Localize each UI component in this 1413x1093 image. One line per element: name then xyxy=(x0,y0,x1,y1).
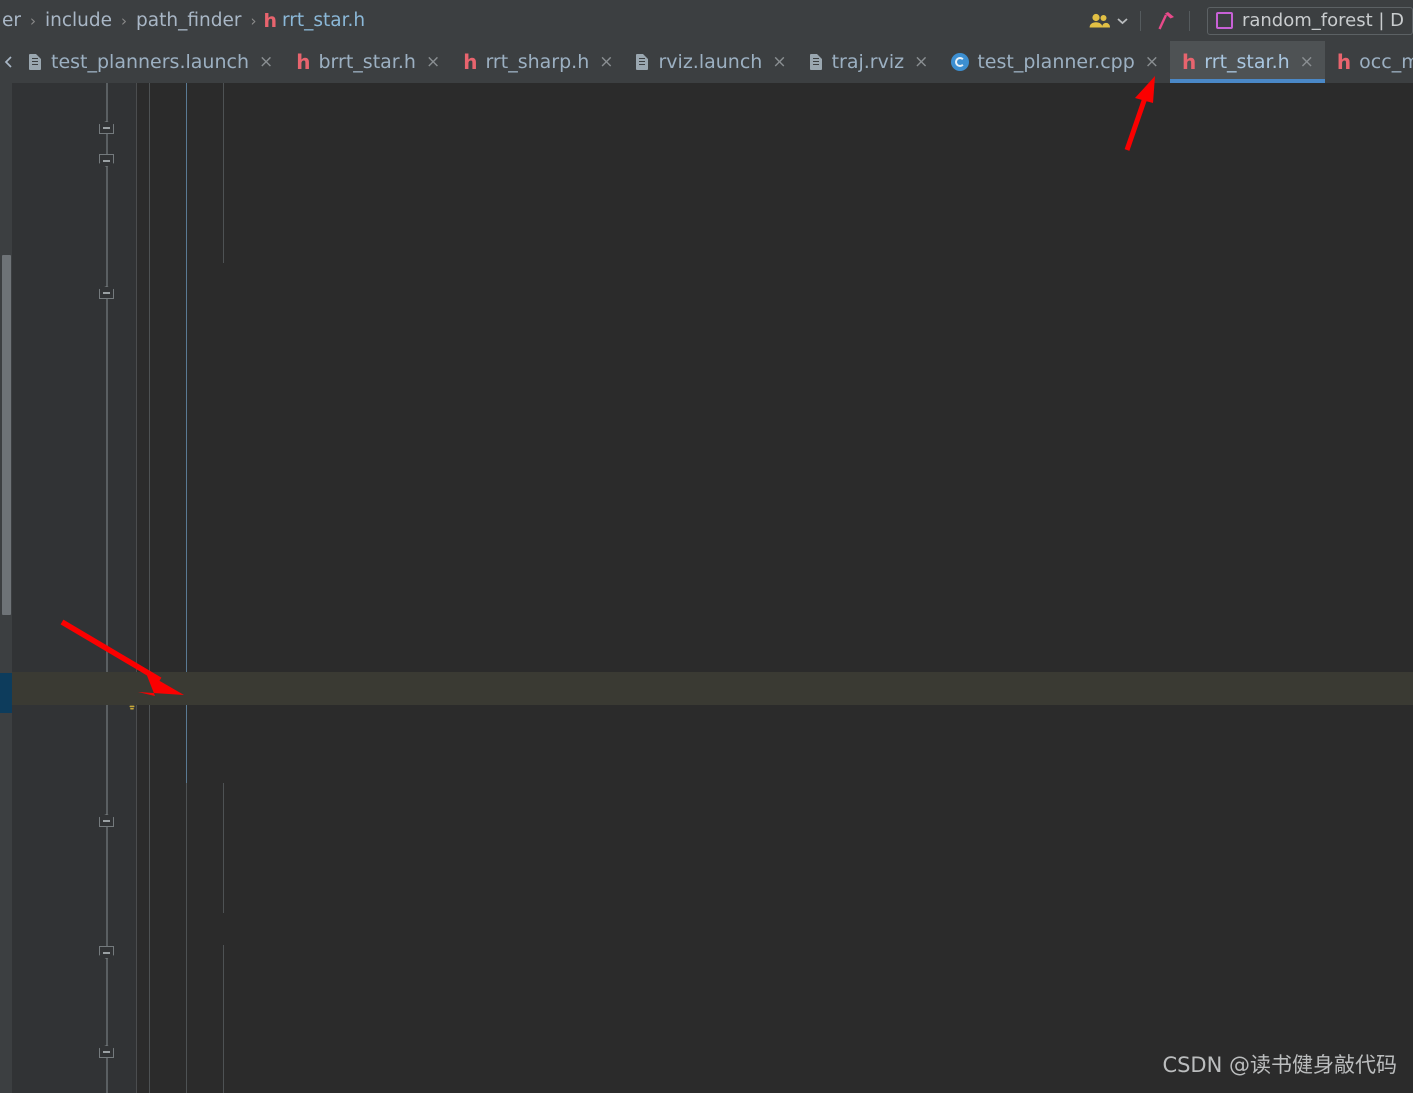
editor-vertical-scrollbar[interactable] xyxy=(0,83,12,1093)
close-icon[interactable]: × xyxy=(1300,53,1314,71)
tab-brrt_star-h[interactable]: h brrt_star.h × xyxy=(284,41,451,83)
ide-top-bar: er › include › path_finder › h rrt_star.… xyxy=(0,0,1413,41)
code-fold-rail xyxy=(106,913,108,1093)
code-fold-marker[interactable] xyxy=(99,946,115,960)
code-fold-rail xyxy=(106,83,108,213)
tab-test_planner-cpp[interactable]: test_planner.cpp × xyxy=(939,41,1170,83)
indent-guide xyxy=(186,783,187,1093)
line-number-gutter[interactable] xyxy=(12,83,137,1093)
tab-label: occ_map.h xyxy=(1359,51,1413,73)
current-line-highlight xyxy=(12,672,1413,705)
tab-occ_map-h[interactable]: h occ_map.h × xyxy=(1325,41,1413,83)
tab-test_planners-launch[interactable]: test_planners.launch × xyxy=(17,41,284,83)
h-header-file-icon: h xyxy=(296,50,311,74)
xml-file-icon xyxy=(29,53,43,71)
code-fold-marker[interactable] xyxy=(99,1045,115,1059)
h-header-file-icon: h xyxy=(463,50,478,74)
breadcrumb-separator: › xyxy=(30,11,36,30)
code-fold-rail xyxy=(106,328,108,783)
breadcrumb[interactable]: er › include › path_finder › h rrt_star.… xyxy=(0,0,365,41)
tab-rrt_sharp-h[interactable]: h rrt_sharp.h × xyxy=(451,41,624,83)
run-configuration-label: random_forest | D xyxy=(1241,10,1404,31)
tab-traj-rviz[interactable]: traj.rviz × xyxy=(798,41,940,83)
hammer-icon[interactable] xyxy=(1150,0,1180,41)
close-icon[interactable]: × xyxy=(914,53,928,71)
close-icon[interactable]: × xyxy=(772,53,786,71)
xml-file-icon xyxy=(636,53,650,71)
watermark: CSDN @读书健身敲代码 xyxy=(1162,1053,1397,1077)
scrollbar-marker xyxy=(0,673,12,713)
code-content[interactable] xyxy=(137,83,1413,1093)
indent-guide xyxy=(149,83,150,1093)
indent-guide xyxy=(223,945,224,1093)
tab-label: brrt_star.h xyxy=(318,51,416,73)
h-header-file-icon: h xyxy=(1182,50,1197,74)
code-editor[interactable] xyxy=(0,83,1413,1093)
breadcrumb-separator: › xyxy=(121,11,128,30)
tab-label: traj.rviz xyxy=(831,51,905,73)
people-icon[interactable] xyxy=(1085,0,1115,41)
code-fold-marker[interactable] xyxy=(99,814,115,828)
tab-scroll-left-icon[interactable] xyxy=(0,41,17,83)
tab-label: test_planners.launch xyxy=(51,51,249,73)
breadcrumb-file[interactable]: rrt_star.h xyxy=(282,10,365,31)
breadcrumb-item-1[interactable]: include xyxy=(43,10,114,31)
tab-label: rviz.launch xyxy=(658,51,763,73)
indent-guide xyxy=(223,83,224,263)
code-fold-rail xyxy=(106,783,108,913)
h-header-file-icon: h xyxy=(263,9,277,32)
breadcrumb-item-0[interactable]: er xyxy=(0,10,23,31)
run-configuration-icon xyxy=(1215,12,1233,29)
tab-label: rrt_star.h xyxy=(1204,51,1290,73)
top-bar-actions: random_forest | D xyxy=(1085,0,1413,41)
h-header-file-icon: h xyxy=(1336,50,1352,74)
close-icon[interactable]: × xyxy=(259,53,273,71)
breadcrumb-separator: › xyxy=(250,11,257,30)
toolbar-divider xyxy=(1139,10,1141,31)
code-fold-marker[interactable] xyxy=(99,154,115,168)
tab-label: rrt_sharp.h xyxy=(485,51,590,73)
editor-tab-bar: test_planners.launch × h brrt_star.h × h… xyxy=(0,41,1413,83)
run-configuration-selector[interactable]: random_forest | D xyxy=(1206,6,1413,35)
toolbar-divider xyxy=(1188,10,1190,31)
breadcrumb-item-2[interactable]: path_finder xyxy=(134,10,243,31)
tab-rrt_star-h[interactable]: h rrt_star.h × xyxy=(1170,41,1325,83)
indent-guide xyxy=(223,783,224,913)
code-fold-marker[interactable] xyxy=(99,121,115,135)
chevron-down-icon[interactable] xyxy=(1115,0,1131,41)
xml-file-icon xyxy=(809,53,824,71)
close-icon[interactable]: × xyxy=(426,53,440,71)
cpp-file-icon xyxy=(951,53,970,71)
tab-label: test_planner.cpp xyxy=(977,51,1135,73)
close-icon[interactable]: × xyxy=(599,53,613,71)
code-fold-marker[interactable] xyxy=(99,286,115,300)
close-icon[interactable]: × xyxy=(1145,53,1159,71)
code-fold-rail xyxy=(106,213,108,328)
tab-rviz-launch[interactable]: rviz.launch × xyxy=(624,41,797,83)
scrollbar-thumb[interactable] xyxy=(2,255,11,615)
